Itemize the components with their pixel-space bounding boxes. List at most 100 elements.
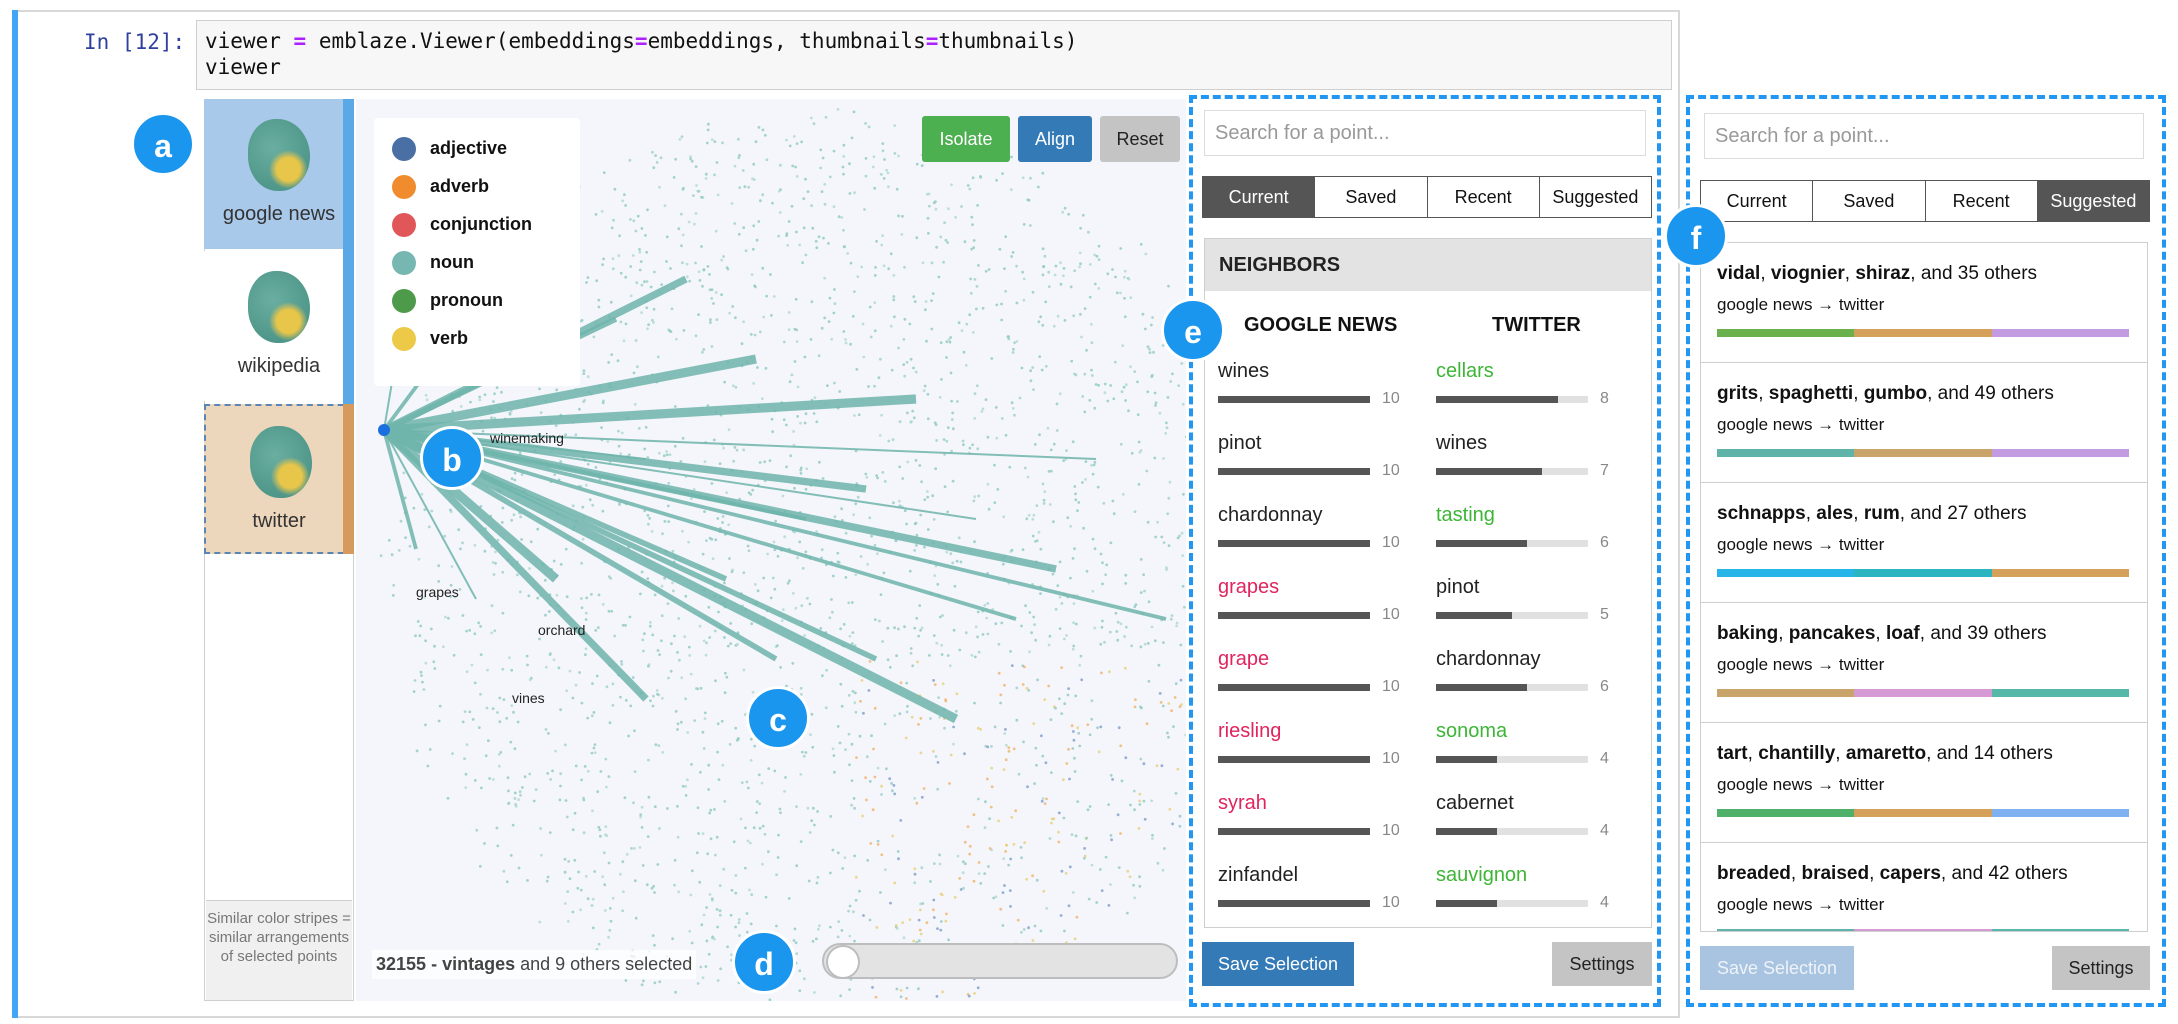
suggestion-item[interactable]: tart, chantilly, amaretto, and 14 others…	[1701, 723, 2147, 843]
scatter-point	[795, 864, 799, 868]
scatter-point	[941, 990, 944, 994]
scatter-point	[1047, 270, 1051, 274]
suggestion-item[interactable]: baking, pancakes, loaf, and 39 others goo…	[1701, 603, 2147, 723]
scatter-point	[653, 981, 657, 985]
scatter-point	[976, 610, 980, 614]
thumbnail-twitter[interactable]: twitter	[204, 404, 354, 554]
scatter-point	[798, 969, 802, 973]
scatter-point	[955, 559, 959, 563]
scatter-point	[757, 126, 761, 129]
neighbor-word[interactable]: riesling	[1218, 720, 1281, 743]
neighbor-word[interactable]: pinot	[1436, 576, 1479, 599]
scatter-point	[1071, 647, 1075, 651]
scatter-point	[1038, 355, 1042, 358]
scatter-point	[921, 902, 925, 905]
scatter-point	[1126, 911, 1129, 915]
save-selection-button-disabled[interactable]: Save Selection	[1700, 946, 1854, 990]
search-input[interactable]: Search for a point...	[1704, 113, 2144, 159]
settings-button[interactable]: Settings	[2052, 946, 2150, 990]
scatter-point	[932, 908, 935, 912]
scatter-point	[596, 790, 600, 794]
suggestion-word: chantilly	[1758, 743, 1836, 764]
scatter-point	[1166, 731, 1169, 735]
frame-slider-handle[interactable]	[826, 945, 860, 979]
suggestion-item[interactable]: vidal, viognier, shiraz, and 35 others go…	[1701, 243, 2147, 363]
tab-current[interactable]: Current	[1203, 177, 1315, 217]
scatter-point	[1085, 348, 1088, 352]
scatter-point	[708, 811, 712, 815]
scatter-point	[463, 710, 467, 713]
scatter-point	[631, 676, 635, 679]
thumbnail-wikipedia[interactable]: wikipedia	[204, 251, 354, 401]
annotation-badge-f: f	[1664, 204, 1728, 268]
scatter-point	[568, 669, 572, 673]
scatter-point	[763, 832, 767, 836]
neighbor-word[interactable]: cellars	[1436, 360, 1494, 383]
suggestion-item[interactable]: grits, spaghetti, gumbo, and 49 others go…	[1701, 363, 2147, 483]
scatter-point	[852, 513, 855, 517]
scatter-point	[976, 635, 979, 639]
frame-slider-track[interactable]	[822, 943, 1178, 979]
scatter-point	[412, 506, 416, 510]
scatter-point	[681, 261, 684, 265]
search-input[interactable]: Search for a point...	[1204, 110, 1646, 156]
tab-saved[interactable]: Saved	[1812, 181, 1925, 221]
scatter-point	[994, 406, 998, 409]
scatter-point	[1008, 889, 1012, 892]
scatter-point	[713, 173, 716, 177]
isolate-button[interactable]: Isolate	[922, 116, 1010, 162]
scatter-point	[564, 433, 567, 437]
scatter-point	[1019, 846, 1023, 849]
scatter-point	[578, 407, 581, 411]
neighbor-word[interactable]: syrah	[1218, 792, 1267, 815]
scatter-point	[824, 706, 828, 710]
neighbor-word[interactable]: chardonnay	[1436, 648, 1541, 671]
scatter-point	[1045, 797, 1048, 801]
scatter-point	[565, 815, 569, 819]
scatter-point	[1009, 188, 1013, 192]
neighbor-word[interactable]: grapes	[1218, 576, 1279, 599]
neighbor-word[interactable]: grape	[1218, 648, 1269, 671]
color-stripe	[1717, 449, 1855, 457]
reset-button[interactable]: Reset	[1100, 116, 1180, 162]
thumbnail-google-news[interactable]: google news	[204, 99, 354, 249]
tab-recent[interactable]: Recent	[1924, 181, 2037, 221]
scatter-point	[915, 616, 919, 620]
settings-button[interactable]: Settings	[1552, 942, 1652, 986]
tab-suggested[interactable]: Suggested	[2036, 181, 2149, 221]
align-button[interactable]: Align	[1018, 116, 1092, 162]
neighbor-word[interactable]: wines	[1218, 360, 1269, 383]
scatter-point	[977, 861, 981, 864]
scatter-point	[1005, 843, 1009, 847]
suggestion-word: braised	[1801, 863, 1870, 884]
scatter-point	[764, 895, 768, 899]
code-editor[interactable]: viewer = emblaze.Viewer(embeddings=embed…	[196, 20, 1672, 90]
scatter-point	[657, 744, 661, 747]
scatter-point	[842, 143, 846, 147]
neighbor-word[interactable]: zinfandel	[1218, 864, 1298, 887]
scatter-point	[861, 814, 864, 818]
suggestion-item[interactable]: schnapps, ales, rum, and 27 others google…	[1701, 483, 2147, 603]
scatter-point	[702, 913, 706, 917]
suggestion-item[interactable]: breaded, braised, capers, and 42 others g…	[1701, 843, 2147, 931]
scatter-point	[856, 275, 860, 278]
tab-recent[interactable]: Recent	[1426, 177, 1539, 217]
scatter-point	[943, 726, 946, 730]
neighbor-word[interactable]: pinot	[1218, 432, 1261, 455]
save-selection-button[interactable]: Save Selection	[1202, 942, 1354, 986]
scatter-point	[1042, 498, 1046, 502]
neighbor-word[interactable]: tasting	[1436, 504, 1495, 527]
selected-point-marker[interactable]	[378, 424, 390, 436]
neighbor-word[interactable]: sauvignon	[1436, 864, 1527, 887]
scatter-point	[495, 826, 499, 830]
neighbor-word[interactable]: sonoma	[1436, 720, 1507, 743]
scatter-point	[818, 924, 821, 928]
tab-saved[interactable]: Saved	[1314, 177, 1427, 217]
neighbor-word[interactable]: wines	[1436, 432, 1487, 455]
scatter-point	[1080, 678, 1084, 682]
scatter-point	[1096, 726, 1099, 730]
neighbor-word[interactable]: chardonnay	[1218, 504, 1323, 527]
tab-suggested[interactable]: Suggested	[1538, 177, 1651, 217]
scatter-point	[705, 939, 709, 943]
neighbor-word[interactable]: cabernet	[1436, 792, 1514, 815]
